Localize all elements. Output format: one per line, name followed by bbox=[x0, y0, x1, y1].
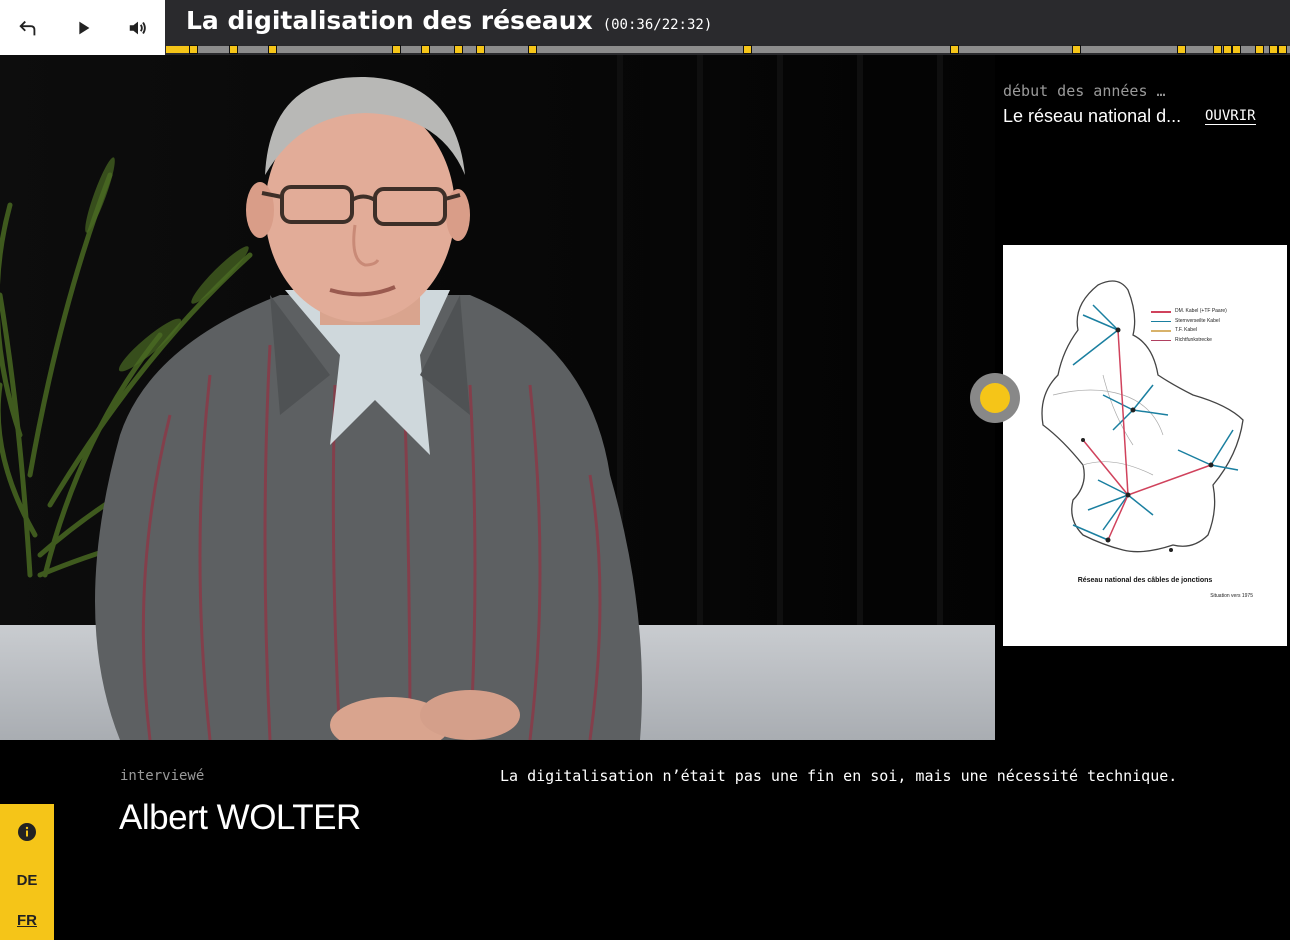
timeline-track bbox=[166, 46, 1290, 53]
chapter-marker[interactable] bbox=[743, 45, 753, 54]
document-title[interactable]: Le réseau national d... bbox=[1003, 106, 1193, 127]
volume-button[interactable] bbox=[110, 0, 165, 55]
title-group: La digitalisation des réseaux (00:36/22:… bbox=[186, 6, 712, 35]
timeline-scrubber[interactable] bbox=[166, 44, 1290, 55]
interview-info: interviewé Albert WOLTER La digitalisati… bbox=[0, 740, 1290, 940]
map-subcaption: Situation vers 1975 bbox=[1210, 593, 1253, 599]
info-button[interactable] bbox=[0, 816, 54, 848]
interviewee-name: Albert WOLTER bbox=[119, 798, 361, 837]
panel-resize-handle[interactable] bbox=[970, 373, 1020, 423]
chapter-marker[interactable] bbox=[392, 45, 402, 54]
chapter-marker[interactable] bbox=[420, 45, 430, 54]
back-button[interactable] bbox=[0, 0, 55, 55]
legend-item: DM. Kabel (+TF Paare) bbox=[1151, 307, 1227, 317]
chapter-marker[interactable] bbox=[1072, 45, 1082, 54]
video-frame[interactable] bbox=[0, 55, 995, 740]
chapter-marker[interactable] bbox=[1176, 45, 1186, 54]
legend-label: T.F. Kabel bbox=[1175, 327, 1197, 333]
handle-dot bbox=[980, 383, 1010, 413]
legend-item: Richtfunkstrecke bbox=[1151, 336, 1227, 346]
chapter-marker[interactable] bbox=[1223, 45, 1233, 54]
document-side-panel: début des années … Le réseau national d.… bbox=[995, 55, 1290, 740]
language-bar: DE FR bbox=[0, 804, 54, 940]
play-button[interactable] bbox=[55, 0, 110, 55]
legend-label: Richtfunkstrecke bbox=[1175, 336, 1212, 343]
language-de[interactable]: DE bbox=[0, 872, 54, 889]
interviewee-role: interviewé bbox=[120, 768, 205, 784]
language-fr[interactable]: FR bbox=[0, 912, 54, 929]
subtitle-quote: La digitalisation n’était pas une fin en… bbox=[500, 767, 1178, 785]
chapter-marker[interactable] bbox=[475, 45, 485, 54]
chapter-marker[interactable] bbox=[1278, 45, 1288, 54]
chapter-marker[interactable] bbox=[454, 45, 464, 54]
chapter-marker[interactable] bbox=[1269, 45, 1279, 54]
top-bar: La digitalisation des réseaux (00:36/22:… bbox=[0, 0, 1290, 55]
chapter-marker[interactable] bbox=[1254, 45, 1264, 54]
chapter-marker[interactable] bbox=[1232, 45, 1242, 54]
return-arrow-icon bbox=[18, 20, 35, 35]
document-date: début des années … bbox=[1003, 82, 1166, 100]
play-icon bbox=[78, 21, 89, 34]
legend-line bbox=[1151, 311, 1171, 313]
legend-label: Sternverseilte Kabel bbox=[1175, 317, 1220, 324]
legend-item: Sternverseilte Kabel bbox=[1151, 317, 1227, 327]
open-document-link[interactable]: OUVRIR bbox=[1205, 108, 1256, 125]
chapter-marker[interactable] bbox=[1212, 45, 1222, 54]
legend-line bbox=[1151, 330, 1171, 332]
legend-label: DM. Kabel (+TF Paare) bbox=[1175, 308, 1227, 314]
network-map-image bbox=[1041, 280, 1244, 553]
chapter-marker[interactable] bbox=[528, 45, 538, 54]
interview-video-image bbox=[0, 55, 995, 740]
speaker-icon bbox=[129, 21, 146, 34]
info-icon bbox=[18, 823, 36, 841]
chapter-marker[interactable] bbox=[949, 45, 959, 54]
chapter-marker[interactable] bbox=[188, 45, 198, 54]
page-title: La digitalisation des réseaux bbox=[186, 6, 593, 35]
map-caption: Réseau national des câbles de jonctions bbox=[1077, 577, 1213, 584]
chapter-marker[interactable] bbox=[229, 45, 239, 54]
document-thumbnail[interactable]: DM. Kabel (+TF Paare) Sternverseilte Kab… bbox=[1003, 245, 1287, 646]
timecode: (00:36/22:32) bbox=[602, 17, 713, 33]
legend-line bbox=[1151, 320, 1171, 322]
legend-item: T.F. Kabel bbox=[1151, 326, 1227, 336]
map-legend: DM. Kabel (+TF Paare) Sternverseilte Kab… bbox=[1151, 307, 1227, 345]
legend-line bbox=[1151, 339, 1171, 341]
chapter-marker[interactable] bbox=[267, 45, 277, 54]
